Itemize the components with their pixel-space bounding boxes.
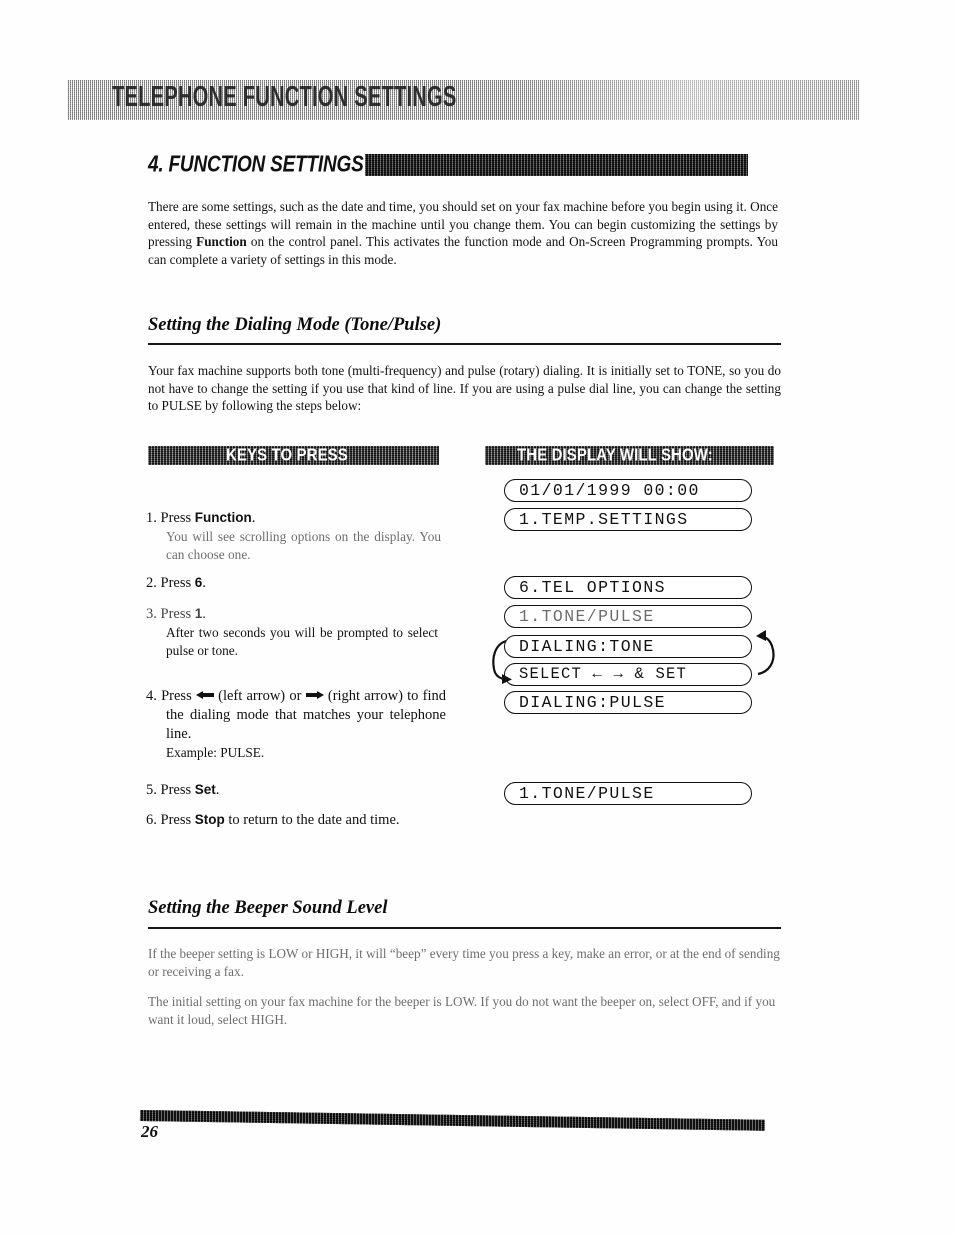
step-5: 5. Press Set. <box>146 780 446 800</box>
step-3-tail: . <box>202 606 206 622</box>
beeper-paragraph-1: If the beeper setting is LOW or HIGH, it… <box>148 946 780 979</box>
step-4-sub: Example: PULSE. <box>166 745 265 760</box>
keys-to-press-label: KEYS TO PRESS <box>226 446 348 465</box>
lcd-text-tone-pulse-final: 1.TONE/PULSE <box>519 784 655 803</box>
lcd-text-select-set: SELECT ← → & SET <box>519 665 688 683</box>
step-1: 1. Press Function. You will see scrollin… <box>146 508 446 563</box>
lcd-display-temp-settings: 1.TEMP.SETTINGS <box>504 508 752 531</box>
display-will-show-label: THE DISPLAY WILL SHOW: <box>517 446 713 465</box>
step-6-lead: Press <box>160 812 195 828</box>
step-1-lead: Press <box>160 510 195 526</box>
page-number: 26 <box>141 1122 158 1141</box>
lcd-display-tone-pulse-final: 1.TONE/PULSE <box>504 782 752 805</box>
step-4-number: 4. <box>146 688 157 704</box>
step-4-body-a: Press <box>161 688 196 704</box>
display-will-show-header-bar: THE DISPLAY WILL SHOW: <box>485 446 774 465</box>
chapter-heading-row: 4. FUNCTION SETTINGS <box>148 152 808 180</box>
section-rule-beeper <box>148 927 781 930</box>
step-2-main: 2. Press 6. <box>146 573 446 593</box>
step-3-sub: After two seconds you will be prompted t… <box>166 625 438 658</box>
step-1-main: 1. Press Function. <box>146 508 446 528</box>
step-2-tail: . <box>202 575 206 591</box>
running-header-text: TELEPHONE FUNCTION SETTINGS <box>112 81 457 113</box>
step-3-main: 3. Press 1. <box>146 604 446 624</box>
step-5-main: 5. Press Set. <box>146 780 446 800</box>
dialing-mode-paragraph: Your fax machine supports both tone (mul… <box>148 363 781 414</box>
lcd-display-select-set: SELECT ← → & SET <box>504 663 752 686</box>
step-6-main: 6. Press Stop to return to the date and … <box>146 810 446 830</box>
step-6-number: 6. <box>146 812 157 828</box>
loop-arrow-right-icon <box>748 626 782 688</box>
lcd-text-tel-options: 6.TEL OPTIONS <box>519 578 666 597</box>
lcd-display-tel-options: 6.TEL OPTIONS <box>504 576 752 599</box>
step-5-number: 5. <box>146 782 157 798</box>
section-heading-dialing-mode: Setting the Dialing Mode (Tone/Pulse) <box>148 315 442 335</box>
intro-paragraph: There are some settings, such as the dat… <box>148 198 778 268</box>
section-rule-dialing <box>148 343 781 346</box>
beeper-paragraph-2: The initial setting on your fax machine … <box>148 994 776 1027</box>
loop-arrow-left-icon <box>484 635 518 697</box>
lcd-display-tone-pulse: 1.TONE/PULSE <box>504 605 752 628</box>
step-5-tail: . <box>215 782 220 798</box>
step-4-main: 4. Press (left arrow) or (right arrow) t… <box>146 687 446 744</box>
right-arrow-icon <box>305 691 324 699</box>
lcd-display-datetime: 01/01/1999 00:00 <box>504 479 752 502</box>
section-heading-beeper: Setting the Beeper Sound Level <box>148 898 388 918</box>
lcd-text-tone-pulse: 1.TONE/PULSE <box>519 607 655 626</box>
step-1-sub: You will see scrolling options on the di… <box>166 529 441 562</box>
step-1-number: 1. <box>146 510 157 526</box>
keys-to-press-header-bar: KEYS TO PRESS <box>148 446 439 465</box>
running-header-band: TELEPHONE FUNCTION SETTINGS <box>67 80 860 120</box>
lcd-text-datetime: 01/01/1999 00:00 <box>519 481 700 500</box>
step-2-number: 2. <box>146 575 157 591</box>
step-3-number: 3. <box>146 606 157 622</box>
step-2: 2. Press 6. <box>146 573 446 593</box>
step-4: 4. Press (left arrow) or (right arrow) t… <box>146 687 446 762</box>
chapter-decorative-bar <box>365 154 748 176</box>
step-3-lead: Press <box>160 606 195 622</box>
step-6: 6. Press Stop to return to the date and … <box>146 810 446 830</box>
intro-bold-function: Function <box>196 234 247 250</box>
chapter-title: 4. FUNCTION SETTINGS <box>148 152 364 178</box>
step-5-lead: Press <box>160 782 195 798</box>
left-arrow-icon <box>195 691 214 699</box>
lcd-text-temp-settings: 1.TEMP.SETTINGS <box>519 510 689 529</box>
step-1-tail: . <box>251 510 256 526</box>
lcd-display-dialing-pulse: DIALING:PULSE <box>504 691 752 714</box>
step-6-key: Stop <box>194 812 225 827</box>
step-1-key: Function <box>194 510 252 525</box>
step-2-lead: Press <box>160 575 195 591</box>
lcd-display-dialing-tone: DIALING:TONE <box>504 635 752 658</box>
step-3: 3. Press 1. After two seconds you will b… <box>146 604 446 659</box>
footer-decorative-bar <box>139 1110 766 1131</box>
step-5-key: Set <box>194 782 216 797</box>
lcd-text-dialing-tone: DIALING:TONE <box>519 637 655 656</box>
step-6-tail: to return to the date and time. <box>224 812 400 828</box>
document-page: TELEPHONE FUNCTION SETTINGS 4. FUNCTION … <box>0 0 954 1235</box>
lcd-text-dialing-pulse: DIALING:PULSE <box>519 693 666 712</box>
step-4-body-b: (left arrow) or <box>213 688 306 704</box>
